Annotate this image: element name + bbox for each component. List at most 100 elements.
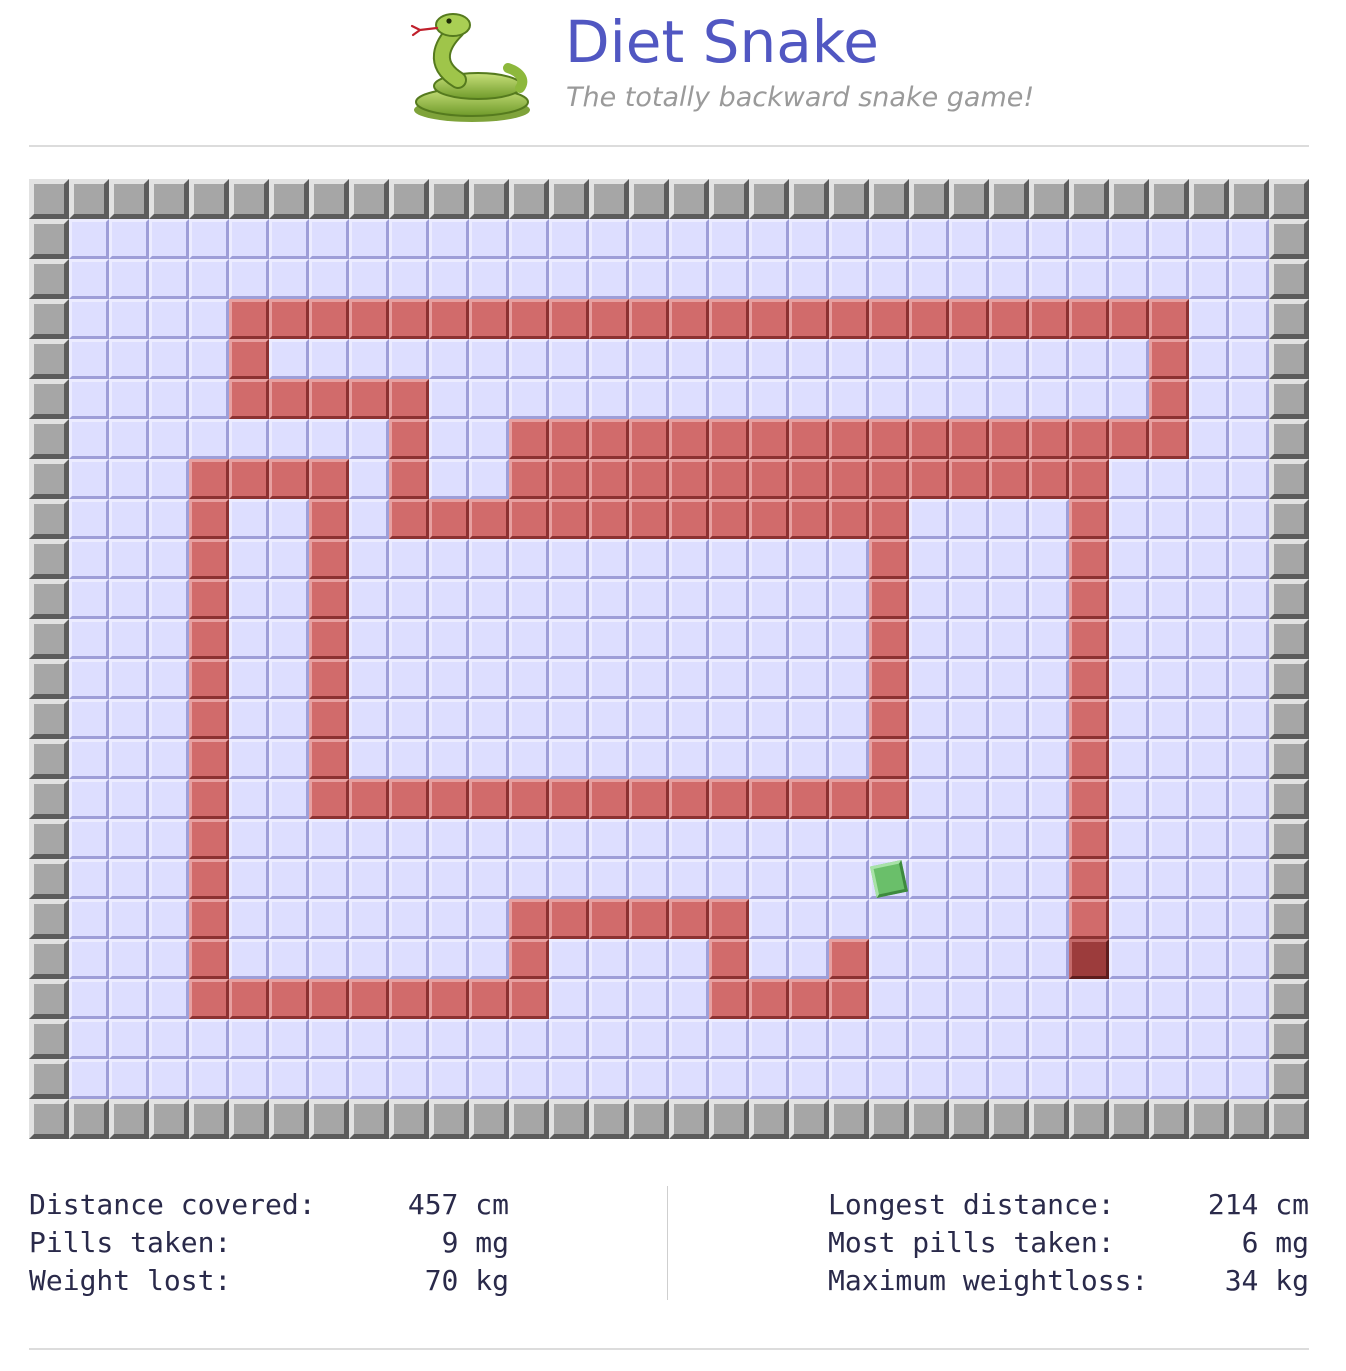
board-tile: [309, 1019, 349, 1059]
wall-tile: [509, 1099, 549, 1139]
snake-segment: [269, 379, 309, 419]
wall-tile: [29, 1099, 69, 1139]
board-tile: [109, 499, 149, 539]
wall-tile: [1269, 539, 1309, 579]
snake-segment: [749, 499, 789, 539]
board-tile: [1109, 779, 1149, 819]
wall-tile: [29, 219, 69, 259]
board-tile: [509, 859, 549, 899]
board-tile: [509, 379, 549, 419]
wall-tile: [1109, 1099, 1149, 1139]
snake-segment: [709, 419, 749, 459]
board-tile: [1149, 859, 1189, 899]
board-tile: [549, 219, 589, 259]
board-tile: [709, 1019, 749, 1059]
board-tile: [469, 699, 509, 739]
board-tile: [109, 939, 149, 979]
snake-segment: [1149, 379, 1189, 419]
board-tile: [589, 939, 629, 979]
stats-panel: Distance covered: 457 cm Pills taken: 9 …: [0, 1180, 1346, 1310]
snake-segment: [669, 419, 709, 459]
board-tile: [669, 859, 709, 899]
board-tile: [389, 1019, 429, 1059]
board-tile: [309, 259, 349, 299]
snake-segment: [669, 459, 709, 499]
wall-tile: [629, 179, 669, 219]
board-tile: [1109, 699, 1149, 739]
wall-tile: [669, 179, 709, 219]
board-tile: [429, 859, 469, 899]
wall-tile: [1269, 899, 1309, 939]
snake-segment: [1149, 339, 1189, 379]
snake-segment: [709, 939, 749, 979]
wall-tile: [869, 1099, 909, 1139]
board-tile: [429, 539, 469, 579]
snake-segment: [349, 979, 389, 1019]
board-tile: [1149, 499, 1189, 539]
snake-segment: [1069, 619, 1109, 659]
snake-segment: [629, 459, 669, 499]
board-tile: [629, 379, 669, 419]
board-tile: [1189, 819, 1229, 859]
board-tile: [349, 219, 389, 259]
board-tile: [109, 339, 149, 379]
wall-tile: [469, 179, 509, 219]
stat-value: 34 kg: [1224, 1264, 1309, 1297]
wall-tile: [149, 1099, 189, 1139]
board-tile: [789, 859, 829, 899]
game-board[interactable]: [29, 179, 1309, 1139]
board-tile: [629, 579, 669, 619]
stat-value: 70 kg: [424, 1264, 509, 1297]
wall-tile: [269, 179, 309, 219]
board-tile: [1189, 859, 1229, 899]
wall-tile: [109, 1099, 149, 1139]
board-tile: [749, 739, 789, 779]
board-tile: [589, 539, 629, 579]
board-tile: [109, 979, 149, 1019]
board-tile: [1229, 779, 1269, 819]
snake-segment: [429, 499, 469, 539]
snake-segment: [709, 299, 749, 339]
board-tile: [909, 1059, 949, 1099]
wall-tile: [469, 1099, 509, 1139]
board-tile: [349, 459, 389, 499]
board-tile: [669, 939, 709, 979]
snake-segment: [749, 979, 789, 1019]
board-tile: [949, 1059, 989, 1099]
board-tile: [709, 1059, 749, 1099]
board-tile: [309, 899, 349, 939]
snake-segment: [429, 979, 469, 1019]
board-tile: [149, 939, 189, 979]
board-tile: [1029, 219, 1069, 259]
board-tile: [1189, 699, 1229, 739]
wall-tile: [29, 459, 69, 499]
board-tile: [629, 979, 669, 1019]
wall-tile: [1069, 179, 1109, 219]
stat-label: Pills taken:: [29, 1226, 232, 1259]
stat-label: Maximum weightloss:: [828, 1264, 1149, 1297]
board-tile: [149, 419, 189, 459]
board-tile: [109, 619, 149, 659]
board-tile: [1109, 939, 1149, 979]
snake-segment: [309, 739, 349, 779]
board-tile: [1029, 979, 1069, 1019]
board-tile: [949, 899, 989, 939]
snake-segment: [749, 779, 789, 819]
board-tile: [1069, 259, 1109, 299]
board-tile: [829, 859, 869, 899]
board-tile: [429, 1019, 469, 1059]
board-tile: [589, 579, 629, 619]
board-tile: [309, 819, 349, 859]
board-tile: [589, 379, 629, 419]
board-tile: [749, 939, 789, 979]
snake-segment: [549, 899, 589, 939]
board-tile: [1229, 339, 1269, 379]
board-tile: [189, 1059, 229, 1099]
board-tile: [109, 859, 149, 899]
board-tile: [389, 859, 429, 899]
snake-segment: [709, 499, 749, 539]
board-tile: [1189, 979, 1229, 1019]
snake-segment: [229, 339, 269, 379]
snake-segment: [589, 899, 629, 939]
board-tile: [149, 259, 189, 299]
